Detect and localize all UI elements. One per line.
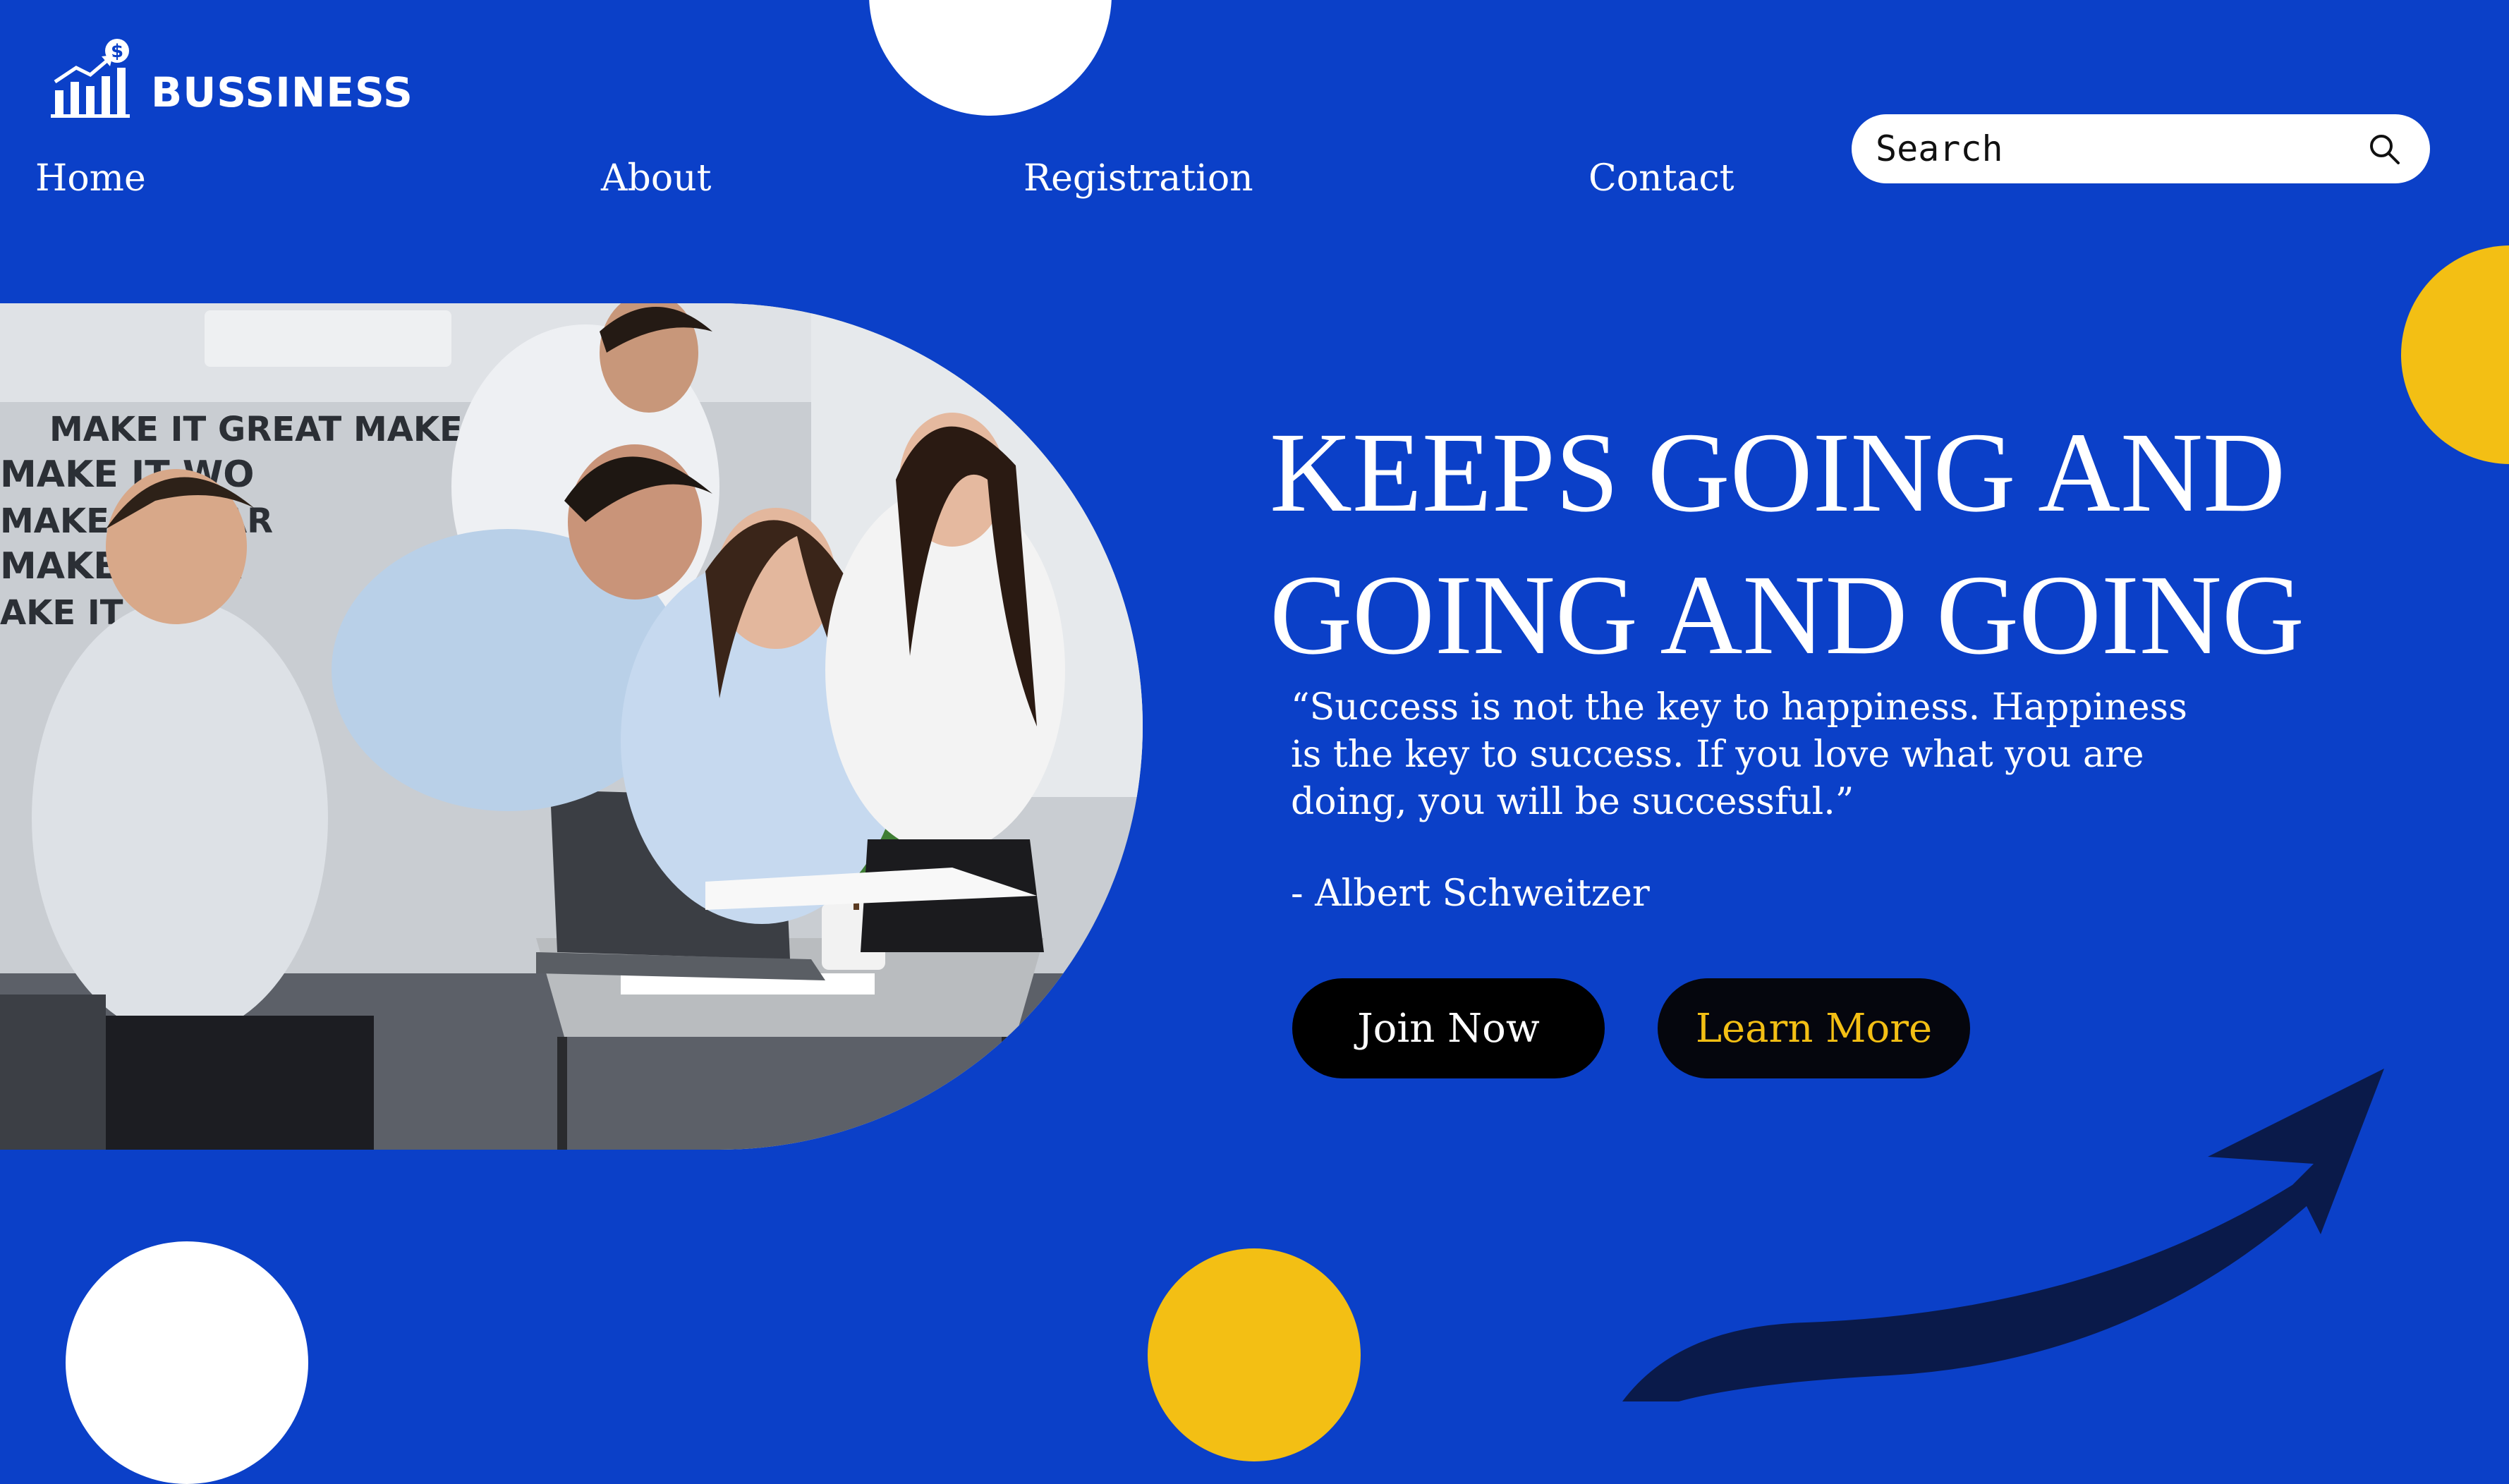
join-now-button[interactable]: Join Now [1292, 978, 1605, 1078]
brand-name: BUSSINESS [151, 68, 413, 116]
hero-headline-line2: GOING AND GOING [1270, 552, 2304, 679]
photo-wall-text-1: MAKE IT GREAT MAKE [49, 410, 463, 449]
nav-registration[interactable]: Registration [1023, 157, 1253, 200]
search-icon[interactable] [2367, 131, 2402, 166]
hero-team-photo: MAKE IT GREAT MAKE MAKE IT WO MAKE IT SO… [0, 303, 1143, 1150]
hero-quote: “Success is not the key to happiness. Ha… [1291, 686, 2187, 823]
decor-circle-yellow-bottom [1148, 1248, 1361, 1461]
decor-circle-white-bottom [66, 1241, 308, 1484]
svg-text:$: $ [111, 41, 123, 62]
hero-headline: KEEPS GOING AND GOING AND GOING [1270, 402, 2434, 687]
brand-logo[interactable]: $ BUSSINESS [49, 35, 413, 118]
bar-chart-dollar-icon: $ [51, 39, 130, 118]
nav-contact[interactable]: Contact [1588, 157, 1735, 200]
hero-headline-line1: KEEPS GOING AND [1270, 410, 2286, 536]
decor-circle-white-top [869, 0, 1112, 116]
learn-more-button[interactable]: Learn More [1658, 978, 1970, 1078]
search-input[interactable] [1874, 128, 2367, 170]
nav-home[interactable]: Home [35, 157, 146, 200]
quote-author: - Albert Schweitzer [1291, 872, 1650, 915]
growth-arrow-graphic [1622, 1069, 2384, 1401]
search-bar[interactable] [1852, 114, 2430, 183]
nav-about[interactable]: About [601, 157, 712, 200]
